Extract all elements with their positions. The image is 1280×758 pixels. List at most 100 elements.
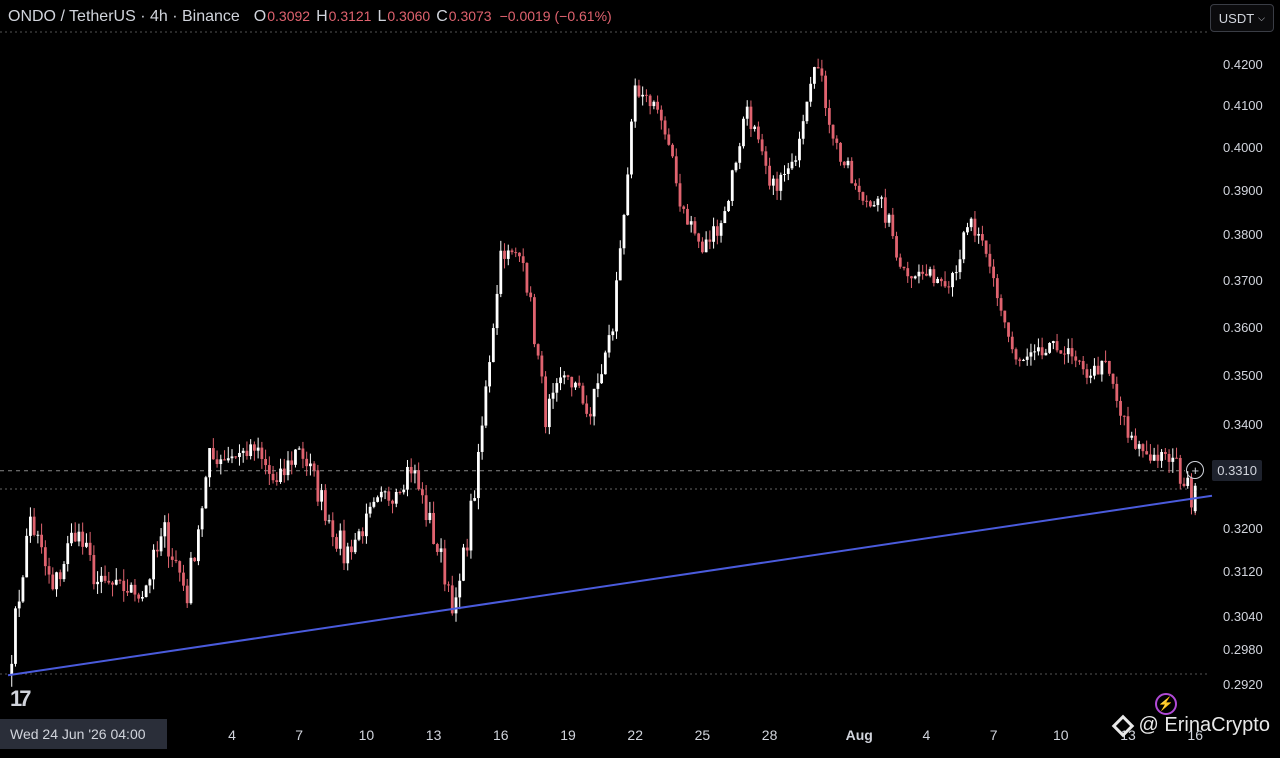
candle-body [809, 83, 813, 102]
candle-body [58, 572, 62, 580]
current-price-tag[interactable]: + 0.3310 [1180, 458, 1268, 482]
candle-body [144, 585, 148, 598]
time-axis-label: 7 [990, 727, 998, 743]
candle-body [1037, 347, 1040, 352]
candle-body [951, 273, 954, 288]
candle-body [249, 444, 253, 457]
candle-body [1193, 491, 1197, 512]
candle-body [256, 447, 260, 451]
candle-body [704, 239, 708, 253]
tradingview-logo-icon[interactable]: 17 [10, 686, 32, 712]
candle-body [1063, 353, 1066, 355]
candle-body [417, 470, 421, 490]
candle-body [678, 183, 682, 207]
candle-body [798, 138, 801, 161]
candle-body [346, 546, 350, 564]
candle-body [626, 174, 630, 216]
candle-body [1044, 352, 1048, 356]
candle-body [432, 512, 435, 545]
candle-body [723, 211, 727, 224]
candle-body [715, 226, 719, 236]
candle-body [1029, 352, 1033, 357]
candle-body [973, 218, 977, 236]
chart-canvas[interactable]: 0.4200 0.4100 0.4000 0.3900 0.3800 0.3700 0.36… [0, 0, 1280, 753]
candle-body [368, 506, 372, 514]
candle-body [827, 108, 831, 125]
price-axis-label: 0.3900 [1223, 183, 1263, 198]
chevron-down-icon: ⌵ [1258, 12, 1265, 23]
candle-body [544, 376, 547, 428]
candle-body [447, 584, 450, 586]
candle-body [484, 386, 488, 426]
candle-body [1149, 454, 1152, 461]
candle-body [1141, 444, 1145, 452]
candle-body [1074, 356, 1078, 361]
candle-body [152, 549, 155, 580]
candle-body [193, 557, 197, 562]
candle-body [111, 582, 114, 585]
candle-body [1048, 343, 1051, 353]
currency-select-button[interactable]: USDT ⌵ [1209, 4, 1274, 32]
candle-body [477, 451, 480, 499]
symbol-title[interactable]: ONDO / TetherUS · 4h · Binance [8, 8, 240, 26]
candle-body [622, 215, 626, 249]
plus-circle-icon[interactable]: + [1186, 461, 1205, 479]
candle-body [439, 548, 443, 552]
price-axis-label: 0.2920 [1223, 677, 1263, 692]
candle-body [495, 293, 499, 329]
price-chart[interactable]: 0.4200 0.4100 0.4000 0.3900 0.3800 0.3700 0.36… [0, 0, 1280, 753]
candle-body [245, 450, 249, 457]
price-axis-label: 0.3600 [1223, 320, 1263, 335]
candle-body [271, 473, 275, 481]
candle-body [1025, 356, 1029, 360]
candle-body [671, 144, 674, 157]
candle-body [1066, 348, 1070, 355]
support-trendline [7, 494, 1213, 677]
candle-body [850, 160, 854, 184]
candle-body [693, 221, 697, 234]
candle-body [1010, 336, 1014, 350]
candle-body [379, 491, 383, 498]
candle-body [107, 580, 111, 583]
price-axis-label: 0.3500 [1223, 368, 1263, 383]
candle-body [1055, 341, 1059, 351]
candle-body [708, 239, 712, 242]
candle-body [596, 383, 600, 389]
candle-body [536, 344, 540, 356]
candle-body [977, 234, 981, 236]
candle-body [226, 458, 230, 461]
candle-body [1119, 400, 1122, 416]
candle-body [223, 459, 226, 461]
candle-body [820, 68, 824, 76]
candle-body [1190, 477, 1193, 508]
candle-body [1107, 360, 1111, 374]
candle-body [413, 470, 417, 474]
candle-body [1167, 453, 1171, 462]
candle-body [1111, 373, 1115, 384]
candle-body [488, 362, 491, 387]
candle-body [637, 85, 641, 97]
time-axis-label: 7 [295, 727, 303, 743]
candle-body [686, 208, 689, 225]
candle-body [925, 273, 928, 276]
symbol-legend: ONDO / TetherUS · 4h · Binance O 0.3092 … [8, 8, 612, 26]
candle-body [503, 250, 506, 259]
close-value: 0.3073 [448, 8, 492, 24]
candle-body [170, 556, 174, 560]
candle-body [727, 200, 730, 212]
candle-body [70, 532, 73, 544]
candle-body [1022, 359, 1025, 361]
candle-body [473, 498, 477, 501]
candle-body [645, 94, 648, 96]
candle-body [1059, 350, 1063, 354]
candle-body [667, 134, 671, 145]
candle-body [1175, 457, 1178, 459]
candle-body [730, 170, 734, 201]
candle-body [615, 280, 618, 332]
candle-body [159, 536, 163, 552]
candle-body [506, 250, 510, 259]
candle-body [1078, 360, 1081, 362]
candle-body [712, 226, 715, 242]
time-axis-label: 28 [762, 727, 778, 743]
lightning-icon[interactable]: ⚡ [1155, 693, 1177, 715]
